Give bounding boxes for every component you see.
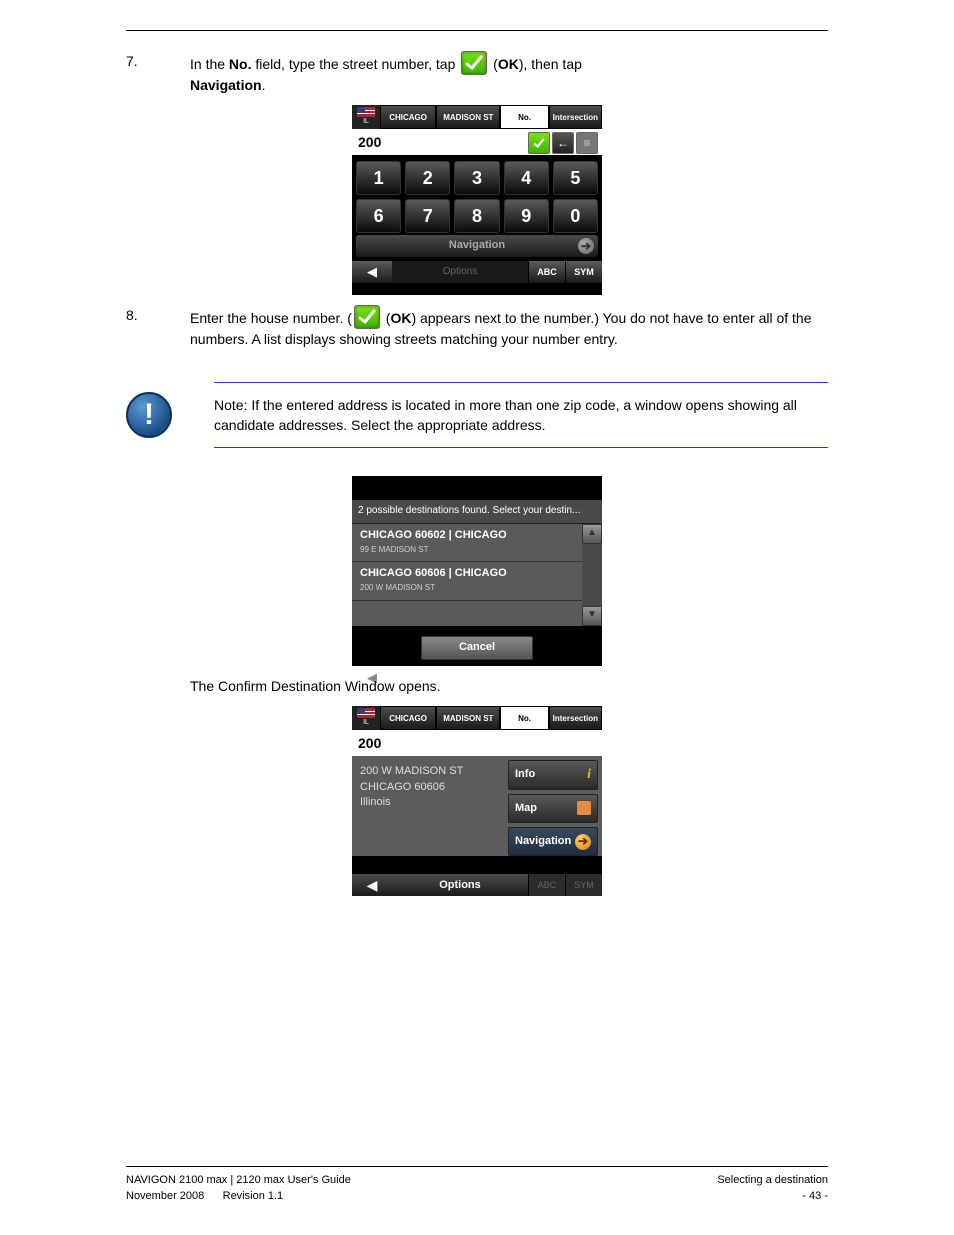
ok-icon [461,51,487,75]
step8-a: Enter the house number. ( [190,310,352,326]
footer-section: Selecting a destination [717,1173,828,1189]
options-button[interactable]: Options [392,874,528,896]
navigation-button[interactable]: Navigation ➔ [356,235,598,257]
number-input-value: 200 [358,132,381,152]
navigation-label: Navigation [449,238,505,254]
step-8-number: 8. [126,305,190,349]
list-button[interactable]: ≡ [576,132,598,154]
destination-item-title: CHICAGO 60602 | CHICAGO [360,528,574,544]
destination-list-screenshot: 2 possible destinations found. Select yo… [352,476,602,666]
note-block: ! Note: If the entered address is locate… [126,378,828,453]
abc-button: ABC [528,874,565,896]
footer: NAVIGON 2100 max | 2120 max User's Guide… [126,1173,828,1205]
navigation-label: Navigation [515,834,571,850]
key-8[interactable]: 8 [454,199,499,233]
note-rule-bottom [214,447,828,448]
confirm-destination-screenshot: IL CHICAGO MADISON ST No. Intersection 2… [352,706,602,896]
scroll-up-button[interactable]: ▲ [582,524,602,544]
map-label: Map [515,801,537,817]
destination-item-title: CHICAGO 60606 | CHICAGO [360,566,574,582]
step7-nav: Navigation [190,77,262,93]
step7-text-c: field, type the street number, tap [251,56,459,72]
key-4[interactable]: 4 [504,161,549,195]
step7-text-f: ), then tap [519,56,582,72]
keypad-screenshot: IL CHICAGO MADISON ST No. Intersection 2… [352,105,602,295]
step8-ok: OK [390,310,411,326]
destination-item[interactable]: CHICAGO 60602 | CHICAGO 99 E MADISON ST [352,524,582,563]
destination-item-sub: 99 E MADISON ST [360,544,574,556]
back-button[interactable]: ◀ [352,874,392,896]
key-9[interactable]: 9 [504,199,549,233]
number-input: 200 [352,730,602,756]
info-label: Info [515,767,535,783]
step7-ok-label: OK [498,56,519,72]
confirm-window-text: The Confirm Destination Window opens. [190,676,828,696]
header-rule [126,30,828,31]
note-icon: ! [126,392,172,438]
cancel-button[interactable]: Cancel [421,636,533,660]
destination-address: 200 W MADISON ST CHICAGO 60606 Illinois [352,756,508,856]
tab-number[interactable]: No. [500,706,548,730]
note-text: Note: If the entered address is located … [214,387,828,444]
map-icon [577,801,591,815]
navigation-arrow-icon: ➔ [578,238,594,254]
addr-line1: 200 W MADISON ST [360,764,500,779]
key-2[interactable]: 2 [405,161,450,195]
key-5[interactable]: 5 [553,161,598,195]
destination-item-sub: 200 W MADISON ST [360,582,574,594]
destination-list-message: 2 possible destinations found. Select yo… [352,500,602,524]
footer-date: November 2008 [126,1190,204,1202]
footer-guide-title: NAVIGON 2100 max | 2120 max User's Guide [126,1173,351,1189]
key-0[interactable]: 0 [553,199,598,233]
sym-button: SYM [565,874,602,896]
footer-revision: Revision 1.1 [223,1190,284,1202]
key-6[interactable]: 6 [356,199,401,233]
flag-label: IL [363,718,369,728]
step-7-number: 7. [126,51,190,95]
number-input[interactable]: 200 ← ≡ [352,129,602,155]
options-button[interactable]: Options [392,261,528,283]
footer-rule [126,1166,828,1167]
flag-icon [357,708,375,718]
info-button[interactable]: Info i [508,760,598,789]
addr-line2: CHICAGO 60606 [360,780,500,795]
addr-line3: Illinois [360,795,500,810]
step7-text-a: In the [190,56,229,72]
step-7: 7. In the No. field, type the street num… [126,51,828,95]
tab-street[interactable]: MADISON ST [436,105,500,129]
tab-city[interactable]: CHICAGO [380,105,436,129]
tab-street[interactable]: MADISON ST [436,706,500,730]
step7-nav-period: . [262,77,266,93]
tab-intersection[interactable]: Intersection [549,105,602,129]
scroll-down-button[interactable]: ▼ [582,606,602,626]
flag-tab[interactable]: IL [352,706,380,730]
number-input-value: 200 [358,733,381,753]
flag-tab[interactable]: IL [352,105,380,129]
navigation-button[interactable]: Navigation ➔ [508,827,598,856]
go-icon: ➔ [575,834,591,850]
back-button[interactable]: ◀ [352,261,392,283]
tab-number[interactable]: No. [500,105,548,129]
step-8: 8. Enter the house number. ( (OK) appear… [126,305,828,349]
info-icon: i [587,765,591,785]
key-3[interactable]: 3 [454,161,499,195]
footer-page-number: - 43 - [717,1189,828,1205]
step7-text-d: ( [489,56,498,72]
ok-button[interactable] [528,132,550,154]
note-rule-top [214,382,828,383]
destination-item[interactable]: CHICAGO 60606 | CHICAGO 200 W MADISON ST [352,562,582,601]
map-button[interactable]: Map [508,794,598,823]
scroll-track[interactable] [582,544,602,606]
backspace-button[interactable]: ← [552,132,574,154]
step7-no-field: No. [229,56,252,72]
key-1[interactable]: 1 [356,161,401,195]
tab-city[interactable]: CHICAGO [380,706,436,730]
flag-icon [357,107,375,117]
tab-intersection[interactable]: Intersection [549,706,602,730]
flag-label: IL [363,117,369,127]
key-7[interactable]: 7 [405,199,450,233]
sym-button[interactable]: SYM [565,261,602,283]
ok-icon [354,305,380,329]
abc-button[interactable]: ABC [528,261,565,283]
